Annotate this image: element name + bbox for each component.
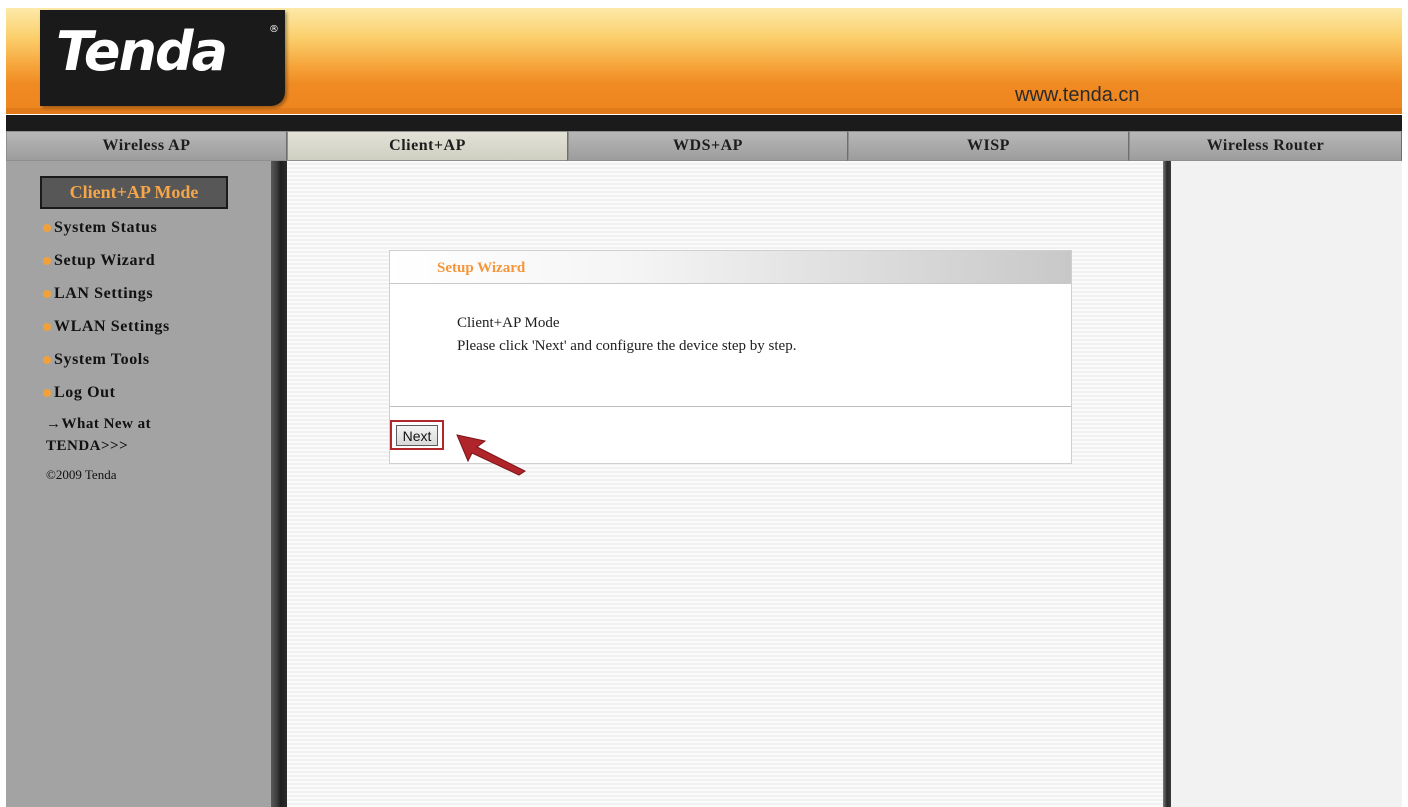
header-divider	[6, 115, 1402, 131]
sidebar-item-system-tools[interactable]: System Tools	[43, 343, 170, 376]
sidebar-item-setup-wizard[interactable]: Setup Wizard	[43, 244, 170, 277]
sidebar-item-label: LAN Settings	[54, 284, 154, 302]
mode-tabs: Wireless AP Client+AP WDS+AP WISP Wirele…	[6, 131, 1402, 161]
wizard-title: Setup Wizard	[437, 260, 526, 276]
sidebar-item-lan-settings[interactable]: LAN Settings	[43, 277, 170, 310]
right-panel	[1171, 161, 1402, 807]
whats-new-link[interactable]: →What New at TENDA>>>	[46, 413, 151, 457]
whats-new-line2: TENDA>>>	[46, 438, 129, 454]
site-url: www.tenda.cn	[1015, 84, 1140, 106]
wizard-header: Setup Wizard	[390, 251, 1071, 284]
sidebar-item-label: System Tools	[54, 350, 150, 368]
tab-wireless-ap[interactable]: Wireless AP	[6, 131, 287, 161]
header-bottom-line	[6, 108, 1402, 114]
tab-wireless-router[interactable]: Wireless Router	[1129, 131, 1402, 161]
registered-mark: ®	[269, 24, 279, 35]
next-button-highlight: Next	[390, 420, 444, 450]
whats-new-line1: →What New at	[46, 416, 152, 432]
bullet-icon	[43, 256, 51, 265]
bullet-icon	[43, 355, 51, 364]
wizard-mode-text: Client+AP Mode	[457, 315, 560, 331]
sidebar-menu: System Status Setup Wizard LAN Settings …	[43, 211, 170, 409]
setup-wizard-panel: Setup Wizard Client+AP Mode Please click…	[389, 250, 1072, 464]
wizard-body: Client+AP Mode Please click 'Next' and c…	[390, 284, 1071, 407]
sidebar-item-label: Log Out	[54, 383, 116, 401]
tab-wds-ap[interactable]: WDS+AP	[568, 131, 848, 161]
copyright: ©2009 Tenda	[46, 467, 117, 482]
sidebar-item-wlan-settings[interactable]: WLAN Settings	[43, 310, 170, 343]
wizard-instruction-text: Please click 'Next' and configure the de…	[457, 338, 797, 354]
next-button[interactable]: Next	[396, 425, 438, 446]
sidebar-item-system-status[interactable]: System Status	[43, 211, 170, 244]
tab-client-ap[interactable]: Client+AP	[287, 131, 568, 161]
sidebar-item-label: Setup Wizard	[54, 251, 156, 269]
bullet-icon	[43, 322, 51, 331]
bullet-icon	[43, 223, 51, 232]
sidebar-item-label: WLAN Settings	[54, 317, 170, 335]
content-right-edge	[1163, 161, 1171, 807]
bullet-icon	[43, 289, 51, 298]
bullet-icon	[43, 388, 51, 397]
sidebar-item-label: System Status	[54, 218, 158, 236]
mode-title: Client+AP Mode	[40, 176, 228, 209]
sidebar-item-log-out[interactable]: Log Out	[43, 376, 170, 409]
tab-wisp[interactable]: WISP	[848, 131, 1129, 161]
tenda-logo: Tenda ®	[40, 10, 285, 106]
sidebar-edge	[271, 161, 287, 807]
header: Tenda ® www.tenda.cn	[0, 0, 1408, 118]
main-content: Setup Wizard Client+AP Mode Please click…	[287, 161, 1163, 807]
sidebar: Client+AP Mode System Status Setup Wizar…	[6, 161, 271, 807]
logo-text: Tenda	[56, 20, 228, 83]
red-arrow-icon	[456, 434, 526, 476]
